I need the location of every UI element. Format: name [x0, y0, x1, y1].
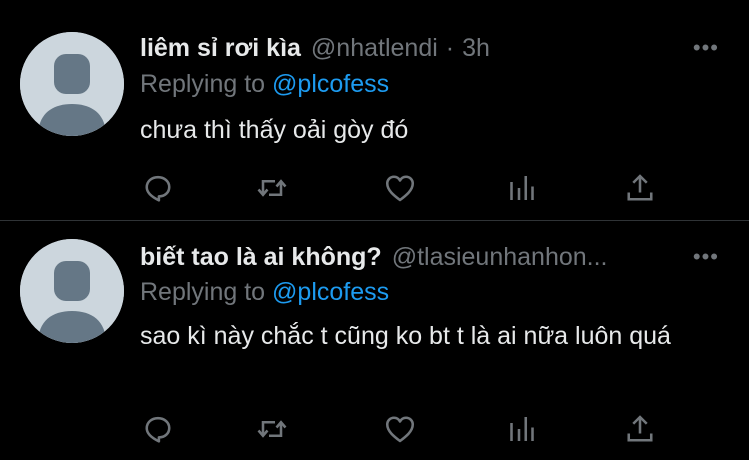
user-handle[interactable]: @nhatlendi	[311, 32, 438, 64]
replying-to-mention[interactable]: @plcofess	[272, 70, 389, 98]
retweet-button[interactable]	[254, 411, 290, 447]
tweet-text: sao kì này chắc t cũng ko bt t là ai nữa…	[140, 322, 671, 350]
avatar[interactable]	[20, 32, 124, 136]
analytics-icon	[510, 176, 534, 200]
replying-to-mention[interactable]: @plcofess	[272, 278, 389, 306]
replying-to-prefix: Replying to	[140, 70, 266, 98]
share-button[interactable]	[622, 411, 658, 447]
tweet-header: biết tao là ai không? @tlasieunhanhon...	[140, 241, 729, 273]
tweet-text: chưa thì thấy oải gòy đó	[140, 116, 409, 144]
replying-to: Replying to @plcofess	[140, 68, 389, 100]
reply-button[interactable]	[140, 411, 176, 447]
analytics-button[interactable]	[504, 411, 540, 447]
reply-button[interactable]	[140, 170, 176, 206]
reply-icon	[145, 175, 171, 202]
more-options-icon[interactable]: •••	[693, 37, 719, 59]
display-name[interactable]: liêm sỉ rơi kìa	[140, 32, 301, 64]
retweet-icon	[257, 420, 287, 438]
user-handle[interactable]: @tlasieunhanhon...	[392, 241, 608, 273]
analytics-button[interactable]	[504, 170, 540, 206]
reply-icon	[145, 416, 171, 443]
timestamp[interactable]: 3h	[462, 32, 490, 64]
replying-to-prefix: Replying to	[140, 278, 266, 306]
more-options-icon[interactable]: •••	[693, 246, 719, 268]
display-name[interactable]: biết tao là ai không?	[140, 241, 382, 273]
retweet-button[interactable]	[254, 170, 290, 206]
default-avatar-icon	[20, 32, 124, 136]
like-button[interactable]	[382, 170, 418, 206]
tweet-actions	[140, 411, 680, 447]
share-icon	[627, 415, 653, 442]
like-icon	[385, 175, 415, 202]
tweet[interactable]: biết tao là ai không? @tlasieunhanhon...…	[0, 221, 749, 460]
replying-to: Replying to @plcofess	[140, 276, 389, 308]
like-button[interactable]	[382, 411, 418, 447]
tweet[interactable]: liêm sỉ rơi kìa @nhatlendi · 3h ••• Repl…	[0, 0, 749, 221]
like-icon	[385, 416, 415, 443]
separator-dot: ·	[445, 34, 455, 62]
default-avatar-icon	[20, 239, 124, 343]
share-button[interactable]	[622, 170, 658, 206]
avatar[interactable]	[20, 239, 124, 343]
tweet-header: liêm sỉ rơi kìa @nhatlendi · 3h	[140, 32, 729, 64]
share-icon	[627, 174, 653, 201]
retweet-icon	[257, 179, 287, 197]
analytics-icon	[510, 417, 534, 441]
tweet-actions	[140, 170, 680, 206]
